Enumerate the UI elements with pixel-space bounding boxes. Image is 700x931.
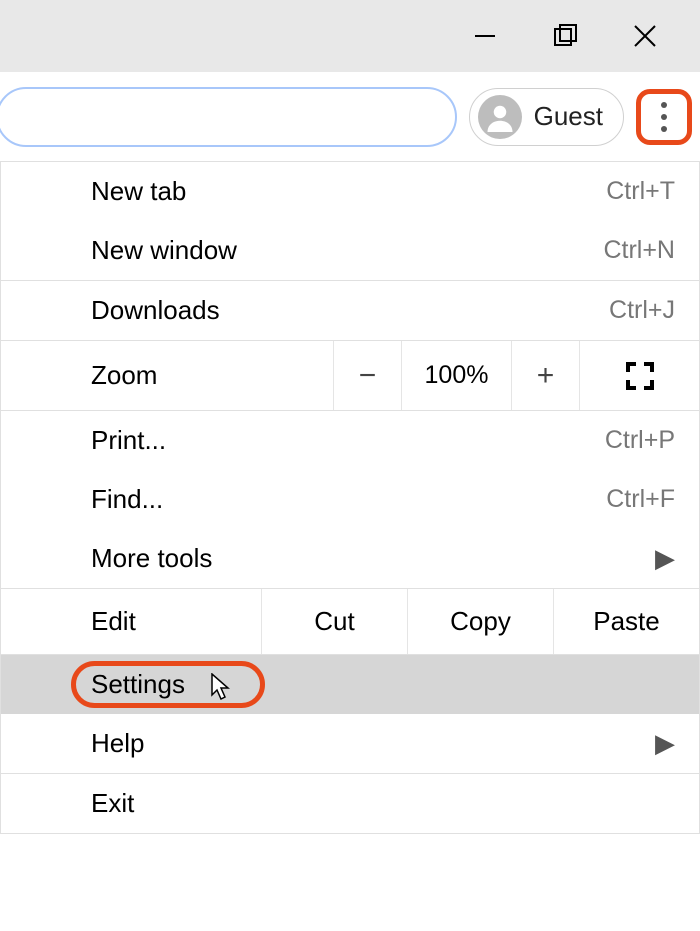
- menu-item-find[interactable]: Find... Ctrl+F: [1, 470, 699, 529]
- menu-item-downloads[interactable]: Downloads Ctrl+J: [1, 280, 699, 340]
- menu-item-zoom: Zoom − 100% +: [1, 340, 699, 410]
- menu-label: Find...: [91, 484, 606, 515]
- avatar-icon: [478, 95, 522, 139]
- overflow-menu: New tab Ctrl+T New window Ctrl+N Downloa…: [0, 162, 700, 834]
- edit-copy-button[interactable]: Copy: [407, 589, 553, 654]
- menu-item-help[interactable]: Help ▶: [1, 714, 699, 773]
- profile-chip[interactable]: Guest: [469, 88, 624, 146]
- vertical-dots-icon: [661, 102, 667, 132]
- menu-shortcut: Ctrl+T: [606, 177, 675, 206]
- maximize-button[interactable]: [550, 21, 580, 51]
- menu-label: Settings: [91, 669, 675, 700]
- close-button[interactable]: [630, 21, 660, 51]
- menu-item-more-tools[interactable]: More tools ▶: [1, 529, 699, 588]
- menu-item-exit[interactable]: Exit: [1, 773, 699, 833]
- zoom-label: Zoom: [91, 341, 333, 410]
- submenu-arrow-icon: ▶: [655, 728, 675, 759]
- fullscreen-icon: [626, 362, 654, 390]
- edit-label: Edit: [91, 589, 261, 654]
- fullscreen-button[interactable]: [579, 341, 699, 410]
- menu-item-new-tab[interactable]: New tab Ctrl+T: [1, 162, 699, 221]
- menu-shortcut: Ctrl+N: [603, 236, 675, 265]
- window-titlebar: [0, 0, 700, 72]
- menu-label: Help: [91, 728, 655, 759]
- address-bar[interactable]: [0, 87, 457, 147]
- menu-label: New window: [91, 235, 603, 266]
- menu-shortcut: Ctrl+J: [609, 296, 675, 325]
- menu-item-edit: Edit Cut Copy Paste: [1, 588, 699, 654]
- menu-item-print[interactable]: Print... Ctrl+P: [1, 410, 699, 470]
- menu-shortcut: Ctrl+P: [605, 426, 675, 455]
- menu-label: New tab: [91, 176, 606, 207]
- browser-toolbar: Guest: [0, 72, 700, 162]
- menu-item-new-window[interactable]: New window Ctrl+N: [1, 221, 699, 280]
- menu-label: More tools: [91, 543, 655, 574]
- minimize-button[interactable]: [470, 21, 500, 51]
- menu-label: Downloads: [91, 295, 609, 326]
- overflow-menu-button[interactable]: [636, 89, 692, 145]
- zoom-in-button[interactable]: +: [511, 341, 579, 410]
- menu-item-settings[interactable]: Settings: [1, 654, 699, 714]
- zoom-out-button[interactable]: −: [333, 341, 401, 410]
- edit-cut-button[interactable]: Cut: [261, 589, 407, 654]
- menu-label: Print...: [91, 425, 605, 456]
- edit-paste-button[interactable]: Paste: [553, 589, 699, 654]
- menu-shortcut: Ctrl+F: [606, 485, 675, 514]
- submenu-arrow-icon: ▶: [655, 543, 675, 574]
- menu-label: Exit: [91, 788, 675, 819]
- profile-label: Guest: [534, 101, 603, 132]
- zoom-value: 100%: [401, 341, 511, 410]
